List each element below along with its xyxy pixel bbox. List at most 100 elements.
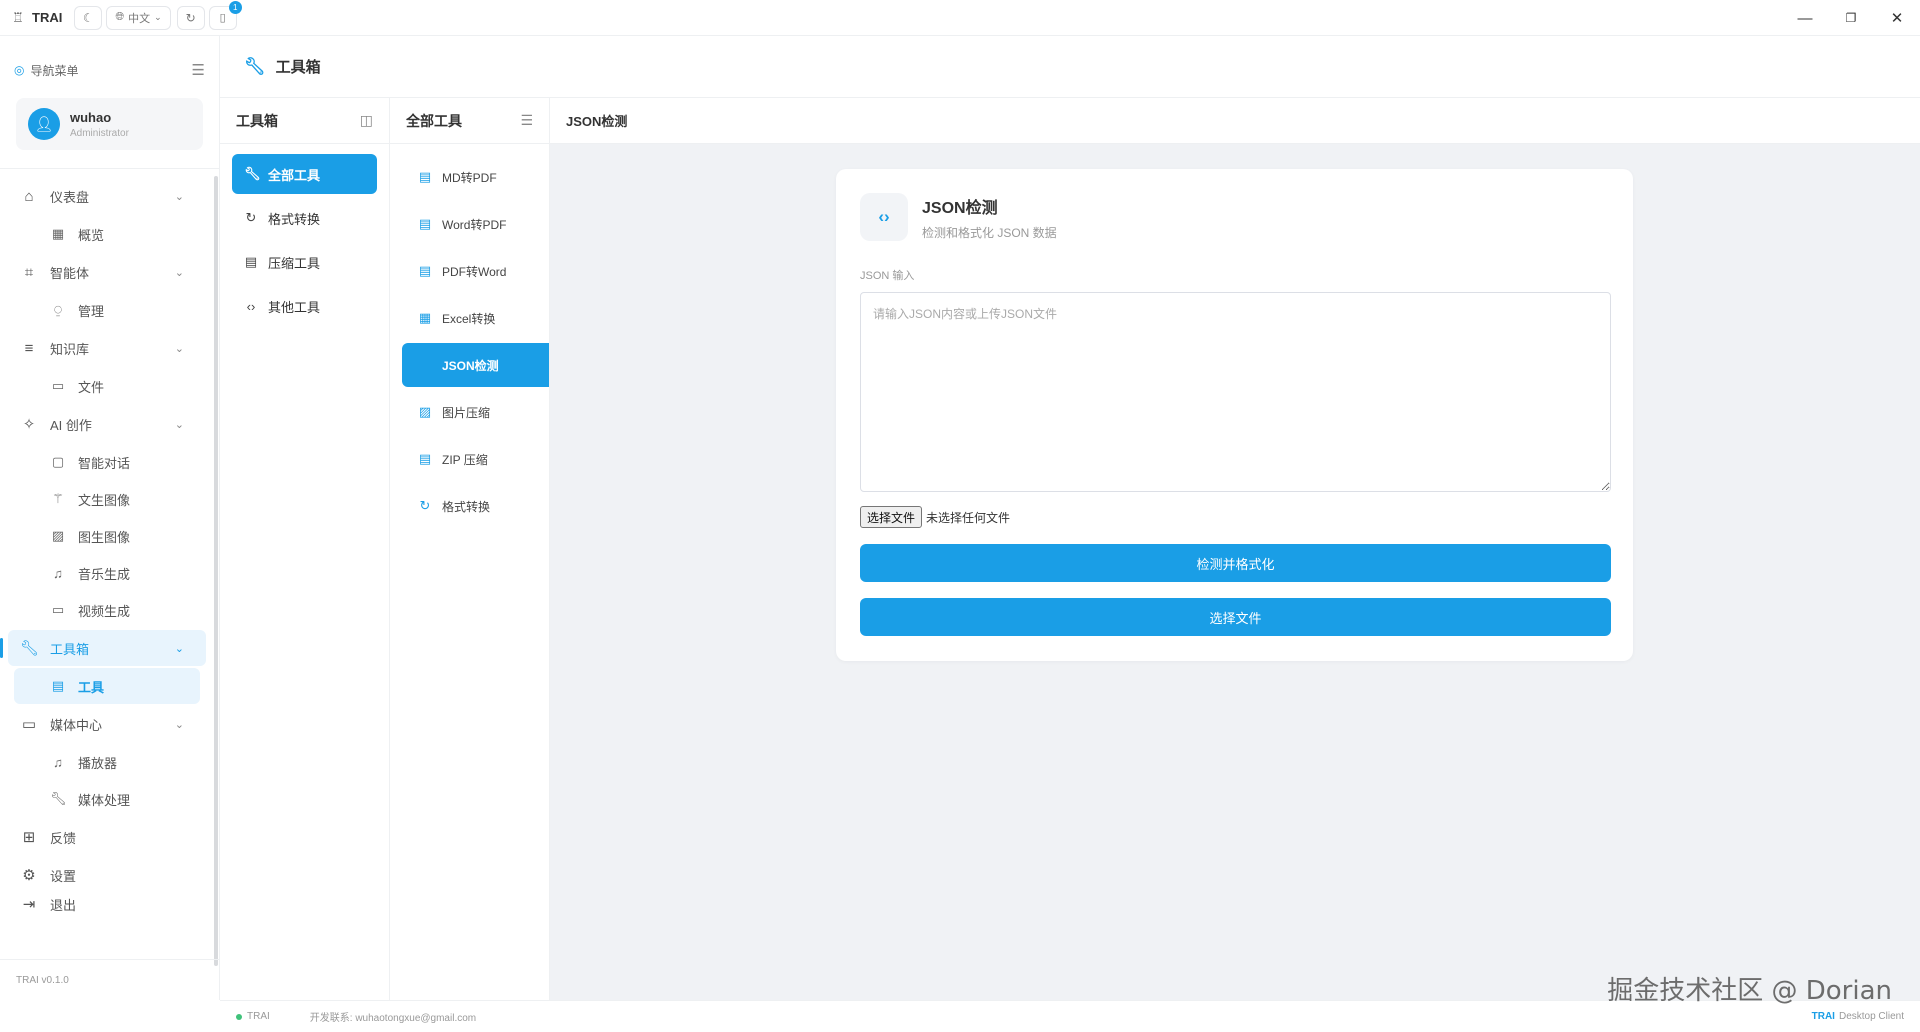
- nav-item-files[interactable]: ▭ 文件: [0, 368, 214, 404]
- nav-list: ⌂ 仪表盘 ⌄ ▦ 概览 ⌗ 智能体 ⌄ ⍜ 管理 ≡ 知识库 ⌄ ▭ 文件 ✧…: [0, 176, 214, 917]
- tool-image-compress[interactable]: ▨ 图片压缩: [402, 390, 549, 434]
- tool-md-to-pdf[interactable]: ▤ MD转PDF: [402, 155, 549, 199]
- nav-label: 文件: [78, 379, 105, 395]
- status-dot: [236, 1013, 242, 1020]
- nav-item-feedback[interactable]: ⊞ 反馈: [0, 819, 214, 855]
- tool-label: 格式转换: [442, 499, 491, 514]
- tool-label: Word转PDF: [442, 217, 507, 232]
- chat-icon: ▢: [51, 454, 65, 469]
- refresh-icon: ↻: [245, 210, 257, 225]
- card-title: JSON检测: [922, 199, 998, 217]
- nav-label: 管理: [78, 303, 105, 319]
- language-select[interactable]: 🌐︎ 中文 ⌄: [106, 5, 171, 30]
- category-other[interactable]: ‹› 其他工具: [232, 286, 377, 326]
- notification-badge: 1: [228, 0, 242, 14]
- nav-group-ai-create[interactable]: ✧ AI 创作 ⌄: [0, 406, 214, 442]
- nav-item-player[interactable]: ♫ 播放器: [0, 744, 214, 780]
- chevron-down-icon: ⌄: [174, 266, 184, 279]
- nav-item-music[interactable]: ♫ 音乐生成: [0, 555, 214, 591]
- nav-label: 媒体处理: [78, 792, 131, 808]
- nav-group-dashboard[interactable]: ⌂ 仪表盘 ⌄: [0, 178, 214, 214]
- feedback-icon: ⊞: [22, 829, 36, 846]
- user-card[interactable]: 👤︎ wuhao Administrator: [16, 98, 203, 150]
- category-format[interactable]: ↻ 格式转换: [232, 198, 377, 238]
- category-compress[interactable]: ▤ 压缩工具: [232, 242, 377, 282]
- avatar: 👤︎: [28, 108, 60, 140]
- nav-item-img2img[interactable]: ▨ 图生图像: [0, 518, 214, 554]
- gear-icon: ⚙: [22, 867, 36, 884]
- close-icon: ✕: [1890, 10, 1904, 27]
- wrench-icon: 🔧︎: [50, 791, 67, 806]
- status-app: TRAI: [236, 1011, 270, 1022]
- app-logo-icon: ♖: [12, 9, 24, 25]
- nav-label: 知识库: [50, 341, 90, 357]
- category-all[interactable]: 🔧︎ 全部工具: [232, 154, 377, 194]
- check-format-button[interactable]: 检测并格式化: [860, 544, 1611, 582]
- tool-label: ZIP 压缩: [442, 452, 488, 467]
- nav-label: 工具: [78, 679, 105, 695]
- nav-group-media[interactable]: ▭ 媒体中心 ⌄: [0, 706, 214, 742]
- nav-group-toolbox[interactable]: 🔧︎ 工具箱 ⌄: [0, 630, 206, 666]
- tool-excel-convert[interactable]: ▦ Excel转换: [402, 296, 549, 340]
- tool-json-check[interactable]: JSON检测: [402, 343, 549, 387]
- main-header: 🔧︎ 工具箱: [220, 36, 1920, 98]
- nav-item-chat[interactable]: ▢ 智能对话: [0, 444, 214, 480]
- list-icon[interactable]: ☰: [520, 112, 533, 129]
- theme-toggle-button[interactable]: ☾: [74, 5, 103, 30]
- tool-format-convert[interactable]: ↻ 格式转换: [402, 484, 549, 528]
- status-client: TRAI Desktop Client: [1812, 1011, 1904, 1022]
- tool-word-to-pdf[interactable]: ▤ Word转PDF: [402, 202, 549, 246]
- sidebar-scrollbar[interactable]: [214, 176, 218, 966]
- menu-icon[interactable]: ☰: [192, 61, 205, 79]
- nav-item-video[interactable]: ▭ 视频生成: [0, 592, 214, 628]
- nav-label: 视频生成: [78, 603, 131, 619]
- content-area: ‹› JSON检测 检测和格式化 JSON 数据 JSON 输入 选择文件 未选…: [550, 144, 1920, 1000]
- restore-icon: ❐: [1845, 11, 1857, 25]
- nav-group-kb[interactable]: ≡ 知识库 ⌄: [0, 330, 214, 366]
- category-label: 格式转换: [268, 211, 321, 227]
- nav-header: ◎ 导航菜单 ☰: [0, 54, 219, 86]
- select-file-button[interactable]: 选择文件: [860, 598, 1611, 636]
- refresh-icon: ↻: [419, 498, 431, 513]
- choose-file-button[interactable]: 选择文件: [860, 506, 923, 528]
- minimize-button[interactable]: —: [1782, 0, 1828, 36]
- nav-item-text2img[interactable]: ⚚ 文生图像: [0, 481, 214, 517]
- file-zip-icon: ▤: [418, 451, 432, 466]
- json-input[interactable]: [860, 292, 1611, 492]
- nav-item-tools[interactable]: ▤ 工具: [14, 668, 200, 704]
- nav-label: 智能对话: [78, 455, 131, 471]
- tool-pdf-to-word[interactable]: ▤ PDF转Word: [402, 249, 549, 293]
- category-panel: 工具箱 ◫ 🔧︎ 全部工具 ↻ 格式转换 ▤ 压缩工具 ‹› 其他工具: [220, 98, 390, 1000]
- chevron-down-icon: ⌄: [154, 12, 162, 22]
- category-label: 全部工具: [268, 167, 321, 183]
- category-title: 工具箱: [236, 112, 278, 129]
- file-icon: ▤: [418, 216, 432, 231]
- notifications-button[interactable]: ▯ 1: [208, 0, 242, 30]
- minimize-icon: —: [1797, 9, 1813, 27]
- status-brand: TRAI: [1811, 1011, 1835, 1022]
- wrench-icon: 🔧︎: [20, 640, 40, 657]
- nav-item-media-proc[interactable]: 🔧︎ 媒体处理: [0, 781, 214, 817]
- nav-item-logout[interactable]: ⇥ 退出: [0, 895, 214, 915]
- json-check-card: ‹› JSON检测 检测和格式化 JSON 数据 JSON 输入 选择文件 未选…: [836, 169, 1633, 661]
- restore-button[interactable]: ❐: [1828, 0, 1874, 36]
- nav-item-settings[interactable]: ⚙ 设置: [0, 857, 214, 893]
- nav-label: AI 创作: [50, 417, 92, 433]
- nav-item-manage[interactable]: ⍜ 管理: [0, 292, 214, 328]
- tool-zip-compress[interactable]: ▤ ZIP 压缩: [402, 437, 549, 481]
- close-window-button[interactable]: ✕: [1874, 0, 1920, 36]
- file-icon: ▤: [51, 678, 65, 693]
- category-header: 工具箱 ◫: [220, 98, 389, 144]
- tool-label: Excel转换: [442, 311, 496, 326]
- nav-group-agent[interactable]: ⌗ 智能体 ⌄: [0, 254, 214, 290]
- user-role: Administrator: [70, 127, 129, 139]
- nav-label: 播放器: [78, 755, 118, 771]
- spreadsheet-icon: ▦: [418, 310, 432, 325]
- title-bar: ♖ TRAI ☾ 🌐︎ 中文 ⌄ ↻ ▯ 1 — ❐ ✕: [0, 0, 1920, 36]
- nav-label: 工具箱: [50, 641, 90, 657]
- collapse-panel-icon[interactable]: ◫: [360, 112, 373, 129]
- window-controls: — ❐ ✕: [1782, 0, 1920, 36]
- refresh-button[interactable]: ↻: [176, 5, 205, 30]
- wrench-icon: 🔧︎: [244, 166, 261, 181]
- nav-item-overview[interactable]: ▦ 概览: [0, 216, 214, 252]
